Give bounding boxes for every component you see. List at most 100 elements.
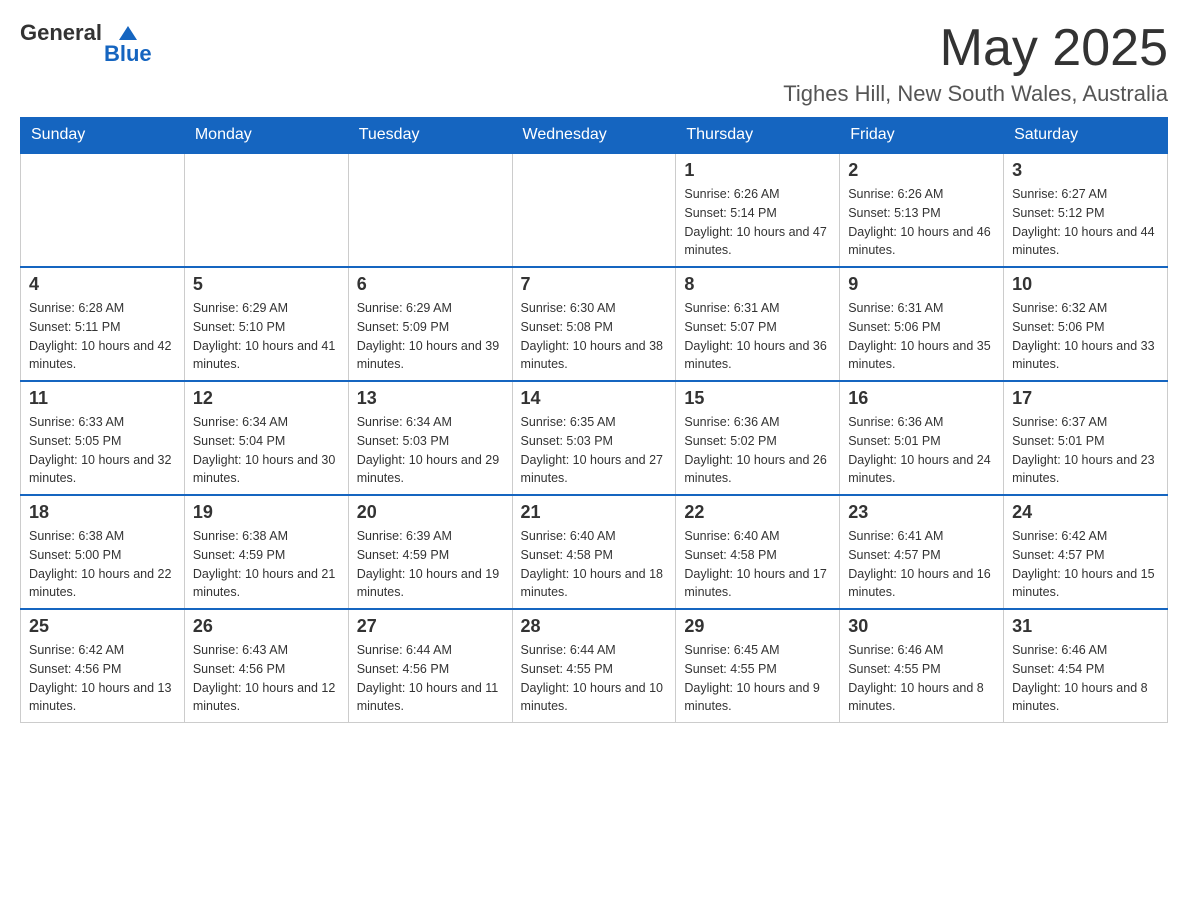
day-info: Sunrise: 6:38 AMSunset: 4:59 PMDaylight:…	[193, 527, 340, 602]
calendar-cell: 15 Sunrise: 6:36 AMSunset: 5:02 PMDayligh…	[676, 381, 840, 495]
day-info: Sunrise: 6:39 AMSunset: 4:59 PMDaylight:…	[357, 527, 504, 602]
day-info: Sunrise: 6:44 AMSunset: 4:55 PMDaylight:…	[521, 641, 668, 716]
calendar-cell: 23Sunrise: 6:41 AMSunset: 4:57 PMDayligh…	[840, 495, 1004, 609]
day-number: 15	[684, 388, 831, 409]
calendar-table: SundayMondayTuesdayWednesdayThursdayFrid…	[20, 117, 1168, 723]
day-info: Sunrise: 6:35 AMSunset: 5:03 PMDaylight:…	[521, 413, 668, 488]
calendar-cell: 2 Sunrise: 6:26 AMSunset: 5:13 PMDaylight…	[840, 153, 1004, 267]
calendar-cell: 20 Sunrise: 6:39 AMSunset: 4:59 PMDayligh…	[348, 495, 512, 609]
day-info: Sunrise: 6:26 AMSunset: 5:13 PMDaylight:…	[848, 185, 995, 260]
calendar-cell: 4 Sunrise: 6:28 AMSunset: 5:11 PMDaylight…	[21, 267, 185, 381]
calendar-header-tuesday: Tuesday	[348, 118, 512, 154]
day-number: 17	[1012, 388, 1159, 409]
day-number: 11	[29, 388, 176, 409]
calendar-cell: 7Sunrise: 6:30 AMSunset: 5:08 PMDaylight…	[512, 267, 676, 381]
day-info: Sunrise: 6:27 AMSunset: 5:12 PMDaylight:…	[1012, 185, 1159, 260]
day-number: 1	[684, 160, 831, 181]
day-number: 30	[848, 616, 995, 637]
day-info: Sunrise: 6:46 AMSunset: 4:55 PMDaylight:…	[848, 641, 995, 716]
day-info: Sunrise: 6:44 AMSunset: 4:56 PMDaylight:…	[357, 641, 504, 716]
day-number: 16	[848, 388, 995, 409]
day-number: 2	[848, 160, 995, 181]
day-info: Sunrise: 6:31 AMSunset: 5:07 PMDaylight:…	[684, 299, 831, 374]
calendar-cell: 18 Sunrise: 6:38 AMSunset: 5:00 PMDayligh…	[21, 495, 185, 609]
day-number: 6	[357, 274, 504, 295]
day-info: Sunrise: 6:31 AMSunset: 5:06 PMDaylight:…	[848, 299, 995, 374]
day-info: Sunrise: 6:40 AMSunset: 4:58 PMDaylight:…	[684, 527, 831, 602]
calendar-cell	[184, 153, 348, 267]
day-number: 14	[521, 388, 668, 409]
day-info: Sunrise: 6:28 AMSunset: 5:11 PMDaylight:…	[29, 299, 176, 374]
day-number: 3	[1012, 160, 1159, 181]
calendar-week-row: 25Sunrise: 6:42 AMSunset: 4:56 PMDayligh…	[21, 609, 1168, 723]
day-info: Sunrise: 6:38 AMSunset: 5:00 PMDaylight:…	[29, 527, 176, 602]
calendar-cell: 14 Sunrise: 6:35 AMSunset: 5:03 PMDayligh…	[512, 381, 676, 495]
calendar-cell: 19 Sunrise: 6:38 AMSunset: 4:59 PMDayligh…	[184, 495, 348, 609]
day-number: 18	[29, 502, 176, 523]
day-info: Sunrise: 6:26 AMSunset: 5:14 PMDaylight:…	[684, 185, 831, 260]
calendar-cell: 27 Sunrise: 6:44 AMSunset: 4:56 PMDayligh…	[348, 609, 512, 723]
day-number: 26	[193, 616, 340, 637]
calendar-header-sunday: Sunday	[21, 118, 185, 154]
calendar-header-row: SundayMondayTuesdayWednesdayThursdayFrid…	[21, 118, 1168, 154]
calendar-cell: 6Sunrise: 6:29 AMSunset: 5:09 PMDaylight…	[348, 267, 512, 381]
day-info: Sunrise: 6:42 AMSunset: 4:56 PMDaylight:…	[29, 641, 176, 716]
calendar-cell: 1 Sunrise: 6:26 AMSunset: 5:14 PMDaylight…	[676, 153, 840, 267]
day-info: Sunrise: 6:40 AMSunset: 4:58 PMDaylight:…	[521, 527, 668, 602]
title-block: May 2025 Tighes Hill, New South Wales, A…	[783, 20, 1168, 107]
calendar-cell	[21, 153, 185, 267]
calendar-cell: 5 Sunrise: 6:29 AMSunset: 5:10 PMDaylight…	[184, 267, 348, 381]
day-info: Sunrise: 6:32 AMSunset: 5:06 PMDaylight:…	[1012, 299, 1159, 374]
calendar-cell	[348, 153, 512, 267]
calendar-header-friday: Friday	[840, 118, 1004, 154]
day-info: Sunrise: 6:29 AMSunset: 5:10 PMDaylight:…	[193, 299, 340, 374]
day-number: 4	[29, 274, 176, 295]
calendar-cell: 11 Sunrise: 6:33 AMSunset: 5:05 PMDayligh…	[21, 381, 185, 495]
day-info: Sunrise: 6:45 AMSunset: 4:55 PMDaylight:…	[684, 641, 831, 716]
day-number: 27	[357, 616, 504, 637]
day-info: Sunrise: 6:36 AMSunset: 5:02 PMDaylight:…	[684, 413, 831, 488]
day-number: 7	[521, 274, 668, 295]
calendar-cell: 28 Sunrise: 6:44 AMSunset: 4:55 PMDayligh…	[512, 609, 676, 723]
day-info: Sunrise: 6:37 AMSunset: 5:01 PMDaylight:…	[1012, 413, 1159, 488]
day-number: 19	[193, 502, 340, 523]
day-number: 12	[193, 388, 340, 409]
day-number: 28	[521, 616, 668, 637]
calendar-header-thursday: Thursday	[676, 118, 840, 154]
day-info: Sunrise: 6:42 AMSunset: 4:57 PMDaylight:…	[1012, 527, 1159, 602]
calendar-cell: 21 Sunrise: 6:40 AMSunset: 4:58 PMDayligh…	[512, 495, 676, 609]
month-title: May 2025	[783, 20, 1168, 77]
calendar-cell: 17 Sunrise: 6:37 AMSunset: 5:01 PMDayligh…	[1004, 381, 1168, 495]
logo: General Blue	[20, 20, 152, 67]
day-number: 24	[1012, 502, 1159, 523]
calendar-week-row: 18 Sunrise: 6:38 AMSunset: 5:00 PMDayligh…	[21, 495, 1168, 609]
calendar-cell: 25Sunrise: 6:42 AMSunset: 4:56 PMDayligh…	[21, 609, 185, 723]
calendar-cell: 22 Sunrise: 6:40 AMSunset: 4:58 PMDayligh…	[676, 495, 840, 609]
day-number: 5	[193, 274, 340, 295]
day-info: Sunrise: 6:43 AMSunset: 4:56 PMDaylight:…	[193, 641, 340, 716]
calendar-header-saturday: Saturday	[1004, 118, 1168, 154]
calendar-cell: 10 Sunrise: 6:32 AMSunset: 5:06 PMDayligh…	[1004, 267, 1168, 381]
day-number: 20	[357, 502, 504, 523]
calendar-cell: 29 Sunrise: 6:45 AMSunset: 4:55 PMDayligh…	[676, 609, 840, 723]
day-number: 31	[1012, 616, 1159, 637]
logo-blue-text: Blue	[104, 41, 152, 67]
calendar-header-wednesday: Wednesday	[512, 118, 676, 154]
calendar-cell: 9Sunrise: 6:31 AMSunset: 5:06 PMDaylight…	[840, 267, 1004, 381]
calendar-cell: 30 Sunrise: 6:46 AMSunset: 4:55 PMDayligh…	[840, 609, 1004, 723]
location-title: Tighes Hill, New South Wales, Australia	[783, 81, 1168, 107]
day-number: 22	[684, 502, 831, 523]
day-info: Sunrise: 6:33 AMSunset: 5:05 PMDaylight:…	[29, 413, 176, 488]
logo-icon: General Blue	[20, 20, 152, 67]
calendar-cell: 26 Sunrise: 6:43 AMSunset: 4:56 PMDayligh…	[184, 609, 348, 723]
calendar-cell: 3 Sunrise: 6:27 AMSunset: 5:12 PMDaylight…	[1004, 153, 1168, 267]
day-number: 21	[521, 502, 668, 523]
page-header: General Blue May 2025 Tighes Hill, New S…	[20, 20, 1168, 107]
day-number: 29	[684, 616, 831, 637]
day-info: Sunrise: 6:36 AMSunset: 5:01 PMDaylight:…	[848, 413, 995, 488]
day-info: Sunrise: 6:41 AMSunset: 4:57 PMDaylight:…	[848, 527, 995, 602]
calendar-cell	[512, 153, 676, 267]
calendar-cell: 31Sunrise: 6:46 AMSunset: 4:54 PMDayligh…	[1004, 609, 1168, 723]
calendar-week-row: 4 Sunrise: 6:28 AMSunset: 5:11 PMDaylight…	[21, 267, 1168, 381]
day-number: 10	[1012, 274, 1159, 295]
